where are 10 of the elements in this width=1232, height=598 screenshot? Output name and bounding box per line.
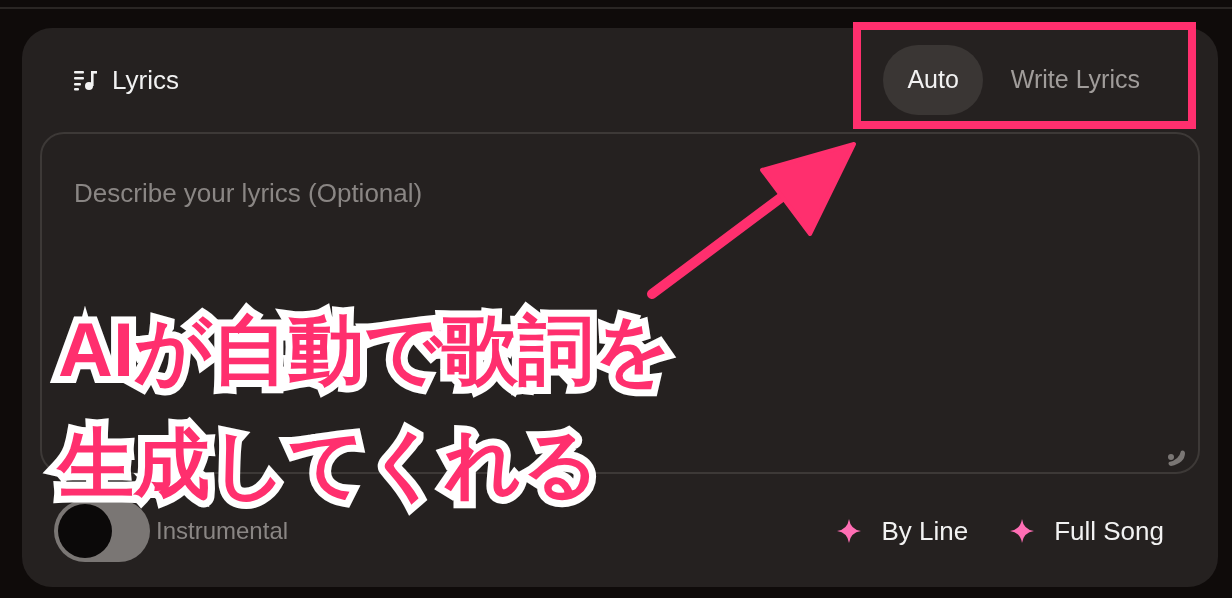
resize-handle-icon[interactable] — [1166, 450, 1186, 468]
sparkle-icon — [1010, 519, 1035, 543]
sparkle-icon — [837, 519, 862, 543]
mode-tab[interactable]: Write Lyrics — [986, 45, 1164, 115]
music-list-icon — [74, 69, 98, 91]
mode-tab[interactable]: Auto — [883, 45, 983, 115]
generate-button[interactable]: Full Song — [1010, 511, 1164, 551]
instrumental-label: Instrumental — [156, 516, 289, 546]
panel-title: Lyrics — [112, 63, 179, 97]
generate-button[interactable]: By Line — [837, 511, 969, 551]
